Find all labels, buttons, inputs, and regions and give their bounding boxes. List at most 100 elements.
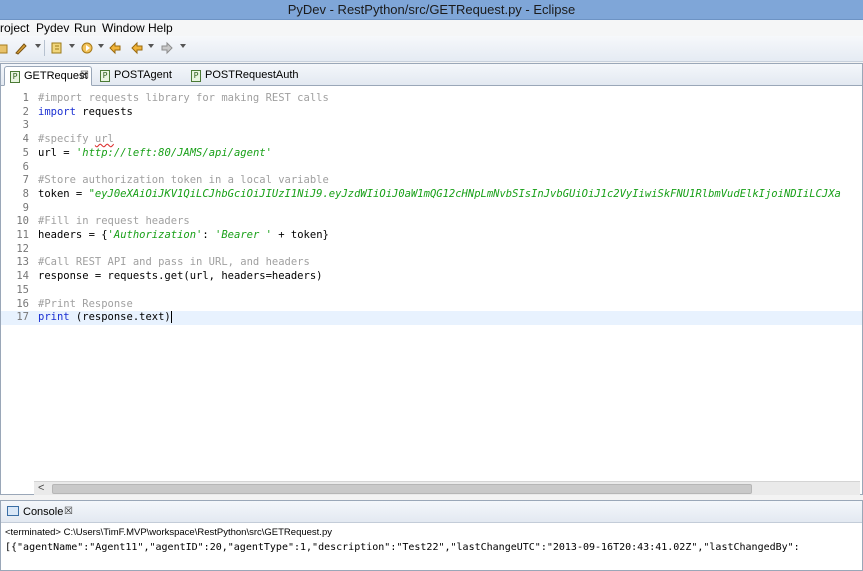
code-editor: P GETRequest ☒ P POSTAgent P POSTRequest…	[0, 63, 863, 495]
code-text: import requests	[38, 106, 133, 120]
tab-label: GETRequest	[24, 70, 88, 82]
code-line[interactable]: 12	[1, 243, 862, 257]
code-token: import	[38, 105, 76, 118]
menu-pydev[interactable]: Pydev	[36, 21, 69, 35]
console-status: <terminated> C:\Users\TimF.MVP\workspace…	[5, 527, 332, 538]
code-line[interactable]: 8 token = "eyJ0eXAiOiJKV1QiLCJhbGciOiJIUz…	[1, 188, 862, 202]
text-cursor	[170, 311, 172, 324]
code-token: 'http://left:80/JAMS/api/agent'	[75, 146, 272, 159]
code-line[interactable]: 11 headers = {'Authorization': 'Bearer ' …	[1, 229, 862, 243]
code-token: "eyJ0eXAiOiJKV1QiLCJhbGciOiJIUzI1NiJ9.ey…	[88, 187, 841, 200]
console-icon	[7, 506, 19, 516]
line-number: 8	[22, 187, 29, 200]
back-dropdown-icon[interactable]	[148, 44, 154, 48]
code-token: #Fill in request headers	[38, 215, 190, 228]
code-token: :	[202, 229, 216, 241]
code-line[interactable]: 6	[1, 161, 862, 175]
toolbar	[0, 36, 863, 62]
line-number: 11	[16, 229, 29, 241]
back-icon[interactable]	[108, 41, 122, 55]
code-text: #import requests library for making REST…	[38, 92, 329, 106]
menu-help[interactable]: Help	[148, 21, 173, 35]
line-number: 1	[22, 92, 29, 104]
code-token: 'Authorization'	[107, 229, 203, 241]
forward-dropdown-icon[interactable]	[180, 44, 186, 48]
console-output[interactable]: [{"agentName":"Agent11","agentID":20,"ag…	[5, 542, 800, 553]
run-icon[interactable]	[80, 41, 94, 55]
code-line[interactable]: 17 print (response.text)	[1, 311, 862, 325]
code-line[interactable]: 10 #Fill in request headers	[1, 215, 862, 229]
edit-dropdown-icon[interactable]	[35, 44, 41, 48]
code-token: 'Bearer '	[215, 229, 272, 241]
line-number: 6	[22, 160, 29, 173]
code-text: #specify url	[38, 133, 114, 147]
tool-dropdown-icon[interactable]	[69, 44, 75, 48]
line-number: 12	[16, 242, 29, 255]
python-file-icon: P	[191, 70, 201, 82]
forward-icon[interactable]	[160, 41, 174, 55]
horizontal-scrollbar[interactable]: <	[34, 481, 860, 495]
code-text: response = requests.get(url, headers=hea…	[38, 270, 322, 284]
tab-postrequestauth[interactable]: P POSTRequestAuth	[189, 66, 299, 86]
line-number: 10	[16, 215, 29, 228]
code-line[interactable]: 4 #specify url	[1, 133, 862, 147]
menu-run[interactable]: Run	[74, 21, 96, 35]
code-line[interactable]: 15	[1, 284, 862, 298]
menu-window[interactable]: Window	[102, 21, 145, 35]
code-line[interactable]: 14 response = requests.get(url, headers=h…	[1, 270, 862, 284]
code-line[interactable]: 9	[1, 202, 862, 216]
code-line[interactable]: 5 url = 'http://left:80/JAMS/api/agent'	[1, 147, 862, 161]
code-text: headers = {'Authorization': 'Bearer ' + …	[38, 229, 329, 243]
line-number: 9	[22, 201, 29, 214]
edit-icon[interactable]	[14, 41, 28, 55]
line-number: 5	[22, 146, 29, 159]
code-text: #Print Response	[38, 298, 133, 312]
code-area[interactable]: 1 #import requests library for making RES…	[1, 87, 862, 477]
tab-getrequest[interactable]: P GETRequest ☒	[4, 66, 92, 86]
menu-project[interactable]: roject	[0, 21, 29, 35]
code-token: (response.text)	[69, 311, 171, 324]
line-number: 15	[16, 283, 29, 296]
line-number: 3	[22, 119, 29, 132]
code-text: url = 'http://left:80/JAMS/api/agent'	[38, 147, 272, 161]
run-dropdown-icon[interactable]	[98, 44, 104, 48]
open-icon[interactable]	[0, 41, 8, 55]
python-file-icon: P	[100, 70, 110, 82]
code-token: print	[38, 311, 70, 324]
scrollbar-thumb[interactable]	[52, 484, 752, 494]
python-file-icon: P	[10, 71, 20, 83]
code-line[interactable]: 13 #Call REST API and pass in URL, and he…	[1, 256, 862, 270]
code-token: url	[94, 133, 114, 146]
code-line[interactable]: 2 import requests	[1, 106, 862, 120]
code-token: response = requests.get(url, headers=hea…	[38, 270, 323, 283]
code-line[interactable]: 7 #Store authorization token in a local v…	[1, 174, 862, 188]
tab-postagent[interactable]: P POSTAgent	[98, 66, 178, 86]
menu-bar: roject Pydev Run Window Help	[0, 20, 863, 36]
code-line[interactable]: 16 #Print Response	[1, 298, 862, 312]
forward-back-icon[interactable]	[130, 41, 144, 55]
tool-icon[interactable]	[50, 41, 64, 55]
line-number: 16	[16, 297, 29, 310]
line-number: 2	[22, 105, 29, 118]
toolbar-separator	[44, 40, 45, 56]
close-console-icon[interactable]: ☒	[64, 506, 73, 517]
console-tab-bar: Console ☒	[1, 501, 862, 523]
console-tab-label: Console	[23, 506, 64, 518]
code-line[interactable]: 1 #import requests library for making RES…	[1, 92, 862, 106]
scroll-left-icon[interactable]: <	[38, 482, 44, 494]
code-token: headers = {	[38, 229, 108, 241]
code-token: + token}	[271, 229, 329, 241]
code-token: token =	[38, 187, 89, 200]
tab-label: POSTRequestAuth	[205, 69, 299, 81]
code-token: #Print Response	[38, 297, 133, 310]
window-titlebar: PyDev - RestPython/src/GETRequest.py - E…	[0, 0, 863, 20]
code-line[interactable]: 3	[1, 119, 862, 133]
code-text: #Store authorization token in a local va…	[38, 174, 329, 188]
line-number: 4	[22, 133, 29, 146]
line-number: 14	[16, 270, 29, 283]
code-token: #Call REST API and pass in URL, and head…	[38, 256, 310, 269]
code-token: #Store authorization token in a local va…	[38, 174, 329, 187]
line-number: 7	[22, 174, 29, 187]
code-text: token = "eyJ0eXAiOiJKV1QiLCJhbGciOiJIUzI…	[38, 188, 841, 202]
close-tab-icon[interactable]: ☒	[80, 70, 89, 81]
